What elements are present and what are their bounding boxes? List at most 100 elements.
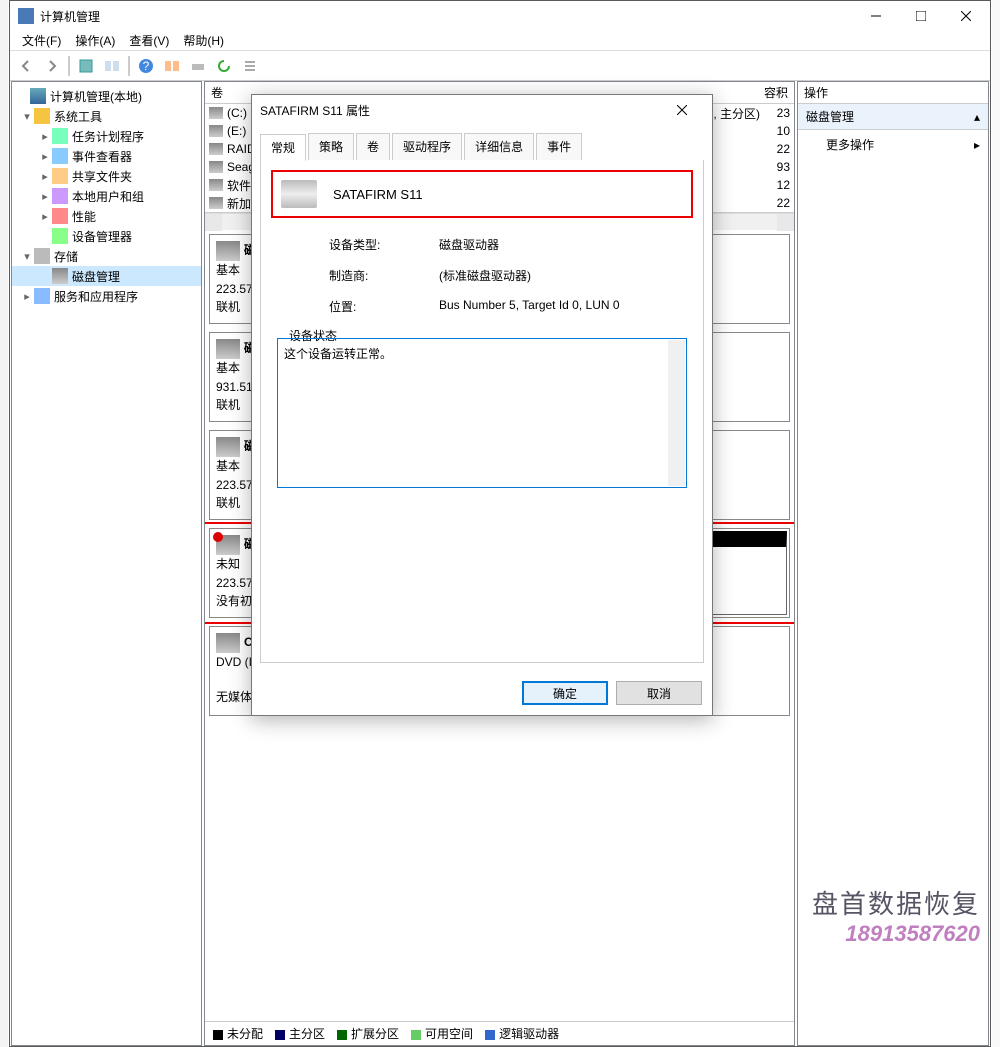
maximize-button[interactable]: [898, 1, 943, 31]
disk-status: 联机: [216, 398, 240, 412]
volume-icon: [209, 197, 223, 209]
menu-view[interactable]: 查看(V): [123, 30, 175, 51]
disk-icon: [216, 339, 240, 359]
disk-icon: [216, 437, 240, 457]
menu-help[interactable]: 帮助(H): [177, 30, 230, 51]
dialog-body: SATAFIRM S11 设备类型:磁盘驱动器 制造商:(标准磁盘驱动器) 位置…: [260, 160, 704, 663]
dialog-buttons: 确定 取消: [252, 671, 712, 715]
disk-icon: [216, 241, 240, 261]
tree-label: 计算机管理(本地): [50, 88, 142, 105]
tree-diskmgt[interactable]: 磁盘管理: [12, 266, 201, 286]
actions-group[interactable]: 磁盘管理 ▴: [798, 104, 988, 130]
volume-icon: [209, 125, 223, 137]
tree-devmgr[interactable]: 设备管理器: [12, 226, 201, 246]
disk-size: 223.57: [216, 478, 253, 492]
tab-general[interactable]: 常规: [260, 134, 306, 161]
back-button[interactable]: [14, 54, 38, 78]
tree-eventviewer[interactable]: ▸事件查看器: [12, 146, 201, 166]
close-button[interactable]: [943, 1, 988, 31]
disk-status: 联机: [216, 300, 240, 314]
col-capacity[interactable]: 容积: [764, 84, 788, 101]
disk-error-icon: [216, 535, 240, 555]
dialog-tabs: 常规 策略 卷 驱动程序 详细信息 事件: [252, 125, 712, 160]
volume-icon: [209, 143, 223, 155]
share-icon: [52, 168, 68, 184]
tree-shared[interactable]: ▸共享文件夹: [12, 166, 201, 186]
device-header: SATAFIRM S11: [277, 176, 687, 212]
tree-label: 服务和应用程序: [54, 288, 138, 305]
ok-button[interactable]: 确定: [522, 681, 608, 705]
swatch-ext: [337, 1030, 347, 1040]
actions-title: 操作: [798, 82, 988, 104]
device-name: SATAFIRM S11: [333, 187, 423, 202]
app-icon: [18, 8, 34, 24]
minimize-button[interactable]: [853, 1, 898, 31]
tree-perf[interactable]: ▸性能: [12, 206, 201, 226]
list-button[interactable]: [238, 54, 262, 78]
layout-button[interactable]: [100, 54, 124, 78]
tree-label: 本地用户和组: [72, 188, 144, 205]
property-value: (标准磁盘驱动器): [439, 267, 687, 284]
status-textbox[interactable]: 这个设备运转正常。: [277, 338, 687, 488]
tab-events[interactable]: 事件: [536, 133, 582, 160]
tree-storage[interactable]: ▾存储: [12, 246, 201, 266]
volume-cap: 10: [760, 124, 790, 138]
tree-label: 性能: [72, 208, 96, 225]
nav-tree[interactable]: 计算机管理(本地) ▾系统工具 ▸任务计划程序 ▸事件查看器 ▸共享文件夹 ▸本…: [12, 82, 201, 1045]
swatch-logical: [485, 1030, 495, 1040]
disk-size: 223.57: [216, 282, 253, 296]
view-button[interactable]: [74, 54, 98, 78]
titlebar: 计算机管理: [10, 1, 990, 31]
tree-users[interactable]: ▸本地用户和组: [12, 186, 201, 206]
toolbar-separator: [128, 56, 130, 76]
event-icon: [52, 148, 68, 164]
volume-cap: 93: [760, 160, 790, 174]
forward-button[interactable]: [40, 54, 64, 78]
panels-button[interactable]: [160, 54, 184, 78]
volume-icon: [209, 107, 223, 119]
refresh-button[interactable]: [212, 54, 236, 78]
tab-volumes[interactable]: 卷: [356, 133, 390, 160]
tree-services[interactable]: ▸服务和应用程序: [12, 286, 201, 306]
collapse-icon[interactable]: ▴: [974, 110, 980, 124]
col-volume[interactable]: 卷: [211, 84, 223, 101]
volume-cap: 23: [760, 106, 790, 120]
tools-icon: [34, 108, 50, 124]
property-row: 设备类型:磁盘驱动器: [277, 236, 687, 253]
window-title: 计算机管理: [40, 8, 853, 25]
swatch-free: [411, 1030, 421, 1040]
tree-tasksched[interactable]: ▸任务计划程序: [12, 126, 201, 146]
tab-driver[interactable]: 驱动程序: [392, 133, 462, 160]
disk-type: 基本: [216, 263, 240, 277]
disk-type: 基本: [216, 459, 240, 473]
status-scrollbar[interactable]: [668, 340, 685, 486]
diskmgt-icon: [52, 268, 68, 284]
services-icon: [34, 288, 50, 304]
help-button[interactable]: ?: [134, 54, 158, 78]
disk-button[interactable]: [186, 54, 210, 78]
tree-label: 事件查看器: [72, 148, 132, 165]
actions-group-label: 磁盘管理: [806, 108, 854, 125]
tab-details[interactable]: 详细信息: [464, 133, 534, 160]
volume-extra: 5, 主分区): [707, 105, 760, 122]
disk-status: 联机: [216, 496, 240, 510]
watermark-phone: 18913587620: [812, 921, 980, 947]
cancel-button[interactable]: 取消: [616, 681, 702, 705]
tree-root[interactable]: 计算机管理(本地): [12, 86, 201, 106]
dialog-close-button[interactable]: [659, 95, 704, 125]
menu-file[interactable]: 文件(F): [16, 30, 67, 51]
action-more[interactable]: 更多操作 ▸: [798, 130, 988, 159]
tree-systools[interactable]: ▾系统工具: [12, 106, 201, 126]
task-icon: [52, 128, 68, 144]
legend-label: 主分区: [289, 1027, 325, 1041]
tab-policy[interactable]: 策略: [308, 133, 354, 160]
legend-label: 逻辑驱动器: [499, 1027, 559, 1041]
menu-action[interactable]: 操作(A): [69, 30, 121, 51]
legend-label: 扩展分区: [351, 1027, 399, 1041]
legend-label: 未分配: [227, 1027, 263, 1041]
volume-icon: [209, 161, 223, 173]
tree-label: 任务计划程序: [72, 128, 144, 145]
svg-text:?: ?: [143, 59, 150, 73]
volume-cap: 12: [760, 178, 790, 192]
property-row: 制造商:(标准磁盘驱动器): [277, 267, 687, 284]
